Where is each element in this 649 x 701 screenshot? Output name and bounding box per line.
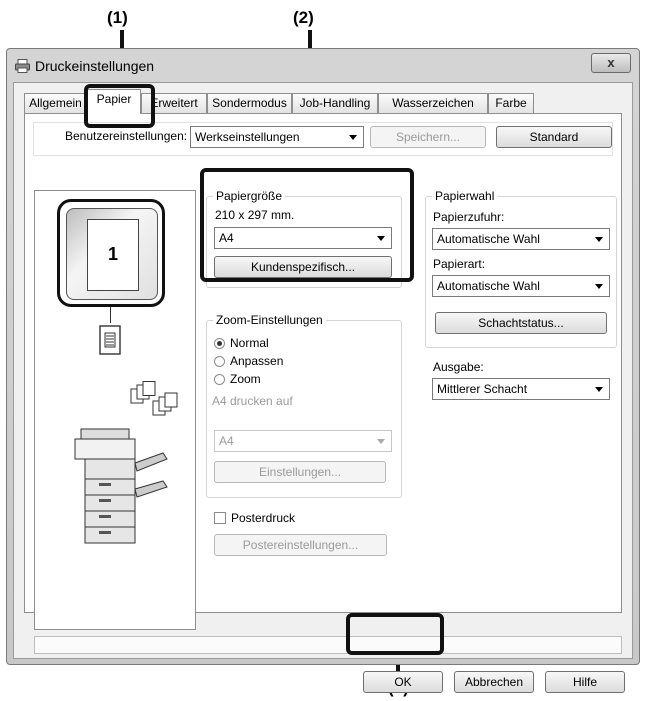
zoom-settings-button[interactable]: Einstellungen... [214,461,386,483]
tab-wasserzeichen[interactable]: Wasserzeichen [378,93,488,113]
paper-type-label: Papierart: [433,257,486,271]
user-settings-value: Werkseinstellungen [195,130,300,144]
preview-pane: 1 [34,190,196,630]
paper-source-label: Papierzufuhr: [433,210,505,224]
paper-type-value: Automatische Wahl [437,279,540,293]
save-settings-button[interactable]: Speichern... [370,126,486,148]
print-preferences-dialog: Druckeinstellungen x Allgemein Papier Er… [6,48,640,693]
chevron-down-icon [349,135,357,140]
printer-icon [15,59,30,76]
zoom-fit-radio[interactable] [214,356,225,367]
tab-allgemein[interactable]: Allgemein [24,93,87,113]
stacked-pages-icon [129,381,183,420]
zoom-zoom-radio[interactable] [214,374,225,385]
zoom-normal-label: Normal [230,336,269,350]
print-on-value: A4 [219,434,234,448]
paper-type-select[interactable]: Automatische Wahl [432,275,610,297]
callout-1: (1) [107,8,128,27]
document-icon [99,325,121,358]
paper-source-select[interactable]: Automatische Wahl [432,228,610,250]
output-label: Ausgabe: [433,360,484,374]
print-on-select[interactable]: A4 [214,430,392,452]
user-settings-select[interactable]: Werkseinstellungen [190,126,364,148]
help-button[interactable]: Hilfe [545,671,625,693]
page-preview-sheet: 1 [66,208,158,300]
user-settings-label: Benutzereinstellungen: [65,129,188,143]
page-number: 1 [87,219,139,291]
tab-job-handling[interactable]: Job-Handling [292,93,378,113]
zoom-normal-radio[interactable] [214,338,225,349]
ok-button[interactable]: OK [363,671,443,693]
zoom-fit-label: Anpassen [230,354,284,368]
chevron-down-icon [595,237,603,242]
status-strip [34,636,622,654]
chevron-down-icon [595,387,603,392]
close-button[interactable]: x [591,53,631,73]
default-button[interactable]: Standard [496,126,612,148]
chevron-down-icon [595,284,603,289]
print-on-label: A4 drucken auf [212,394,293,408]
poster-print-label: Posterdruck [231,511,296,525]
callout-2: (2) [293,8,314,27]
callout-2-highlight [200,168,414,282]
callout-1-highlight [84,84,155,128]
poster-print-checkbox[interactable] [214,512,226,524]
page-preview-frame: 1 [57,199,165,307]
tab-sondermodus[interactable]: Sondermodus [207,93,292,113]
paper-select-title: Papierwahl [432,189,498,203]
zoom-settings-title: Zoom-Einstellungen [213,313,326,327]
tray-status-button[interactable]: Schachtstatus... [435,312,607,334]
zoom-zoom-label: Zoom [230,372,261,386]
output-tray-select[interactable]: Mittlerer Schacht [432,378,610,400]
preview-connector [110,307,111,323]
callout-3-highlight [346,613,444,655]
tab-farbe[interactable]: Farbe [488,93,534,113]
cancel-button[interactable]: Abbrechen [454,671,534,693]
poster-settings-button[interactable]: Postereinstellungen... [214,534,387,556]
copier-machine-icon [71,423,171,550]
window-title: Druckeinstellungen [35,58,155,74]
title-bar: Druckeinstellungen x [7,49,639,81]
paper-source-value: Automatische Wahl [437,232,540,246]
output-tray-value: Mittlerer Schacht [437,382,528,396]
chevron-down-icon [377,439,385,444]
